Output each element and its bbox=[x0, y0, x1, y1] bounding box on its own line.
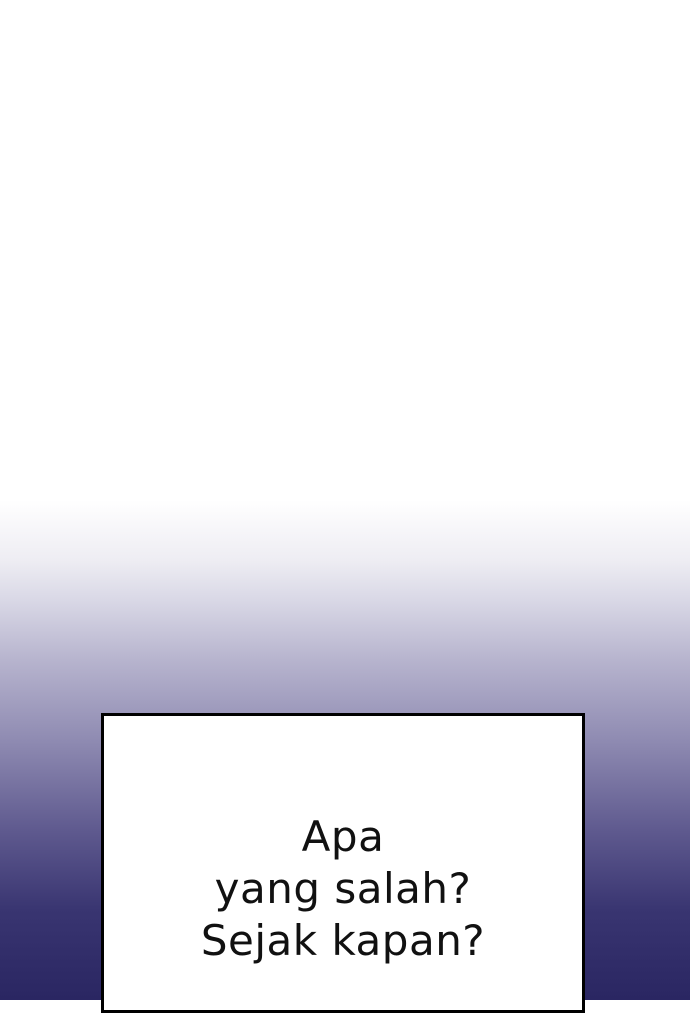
caption-box: Apa yang salah? Sejak kapan? bbox=[101, 713, 585, 1013]
caption-line-2: yang salah? bbox=[214, 864, 472, 913]
caption-text: Apa yang salah? Sejak kapan? bbox=[104, 811, 582, 967]
caption-line-3: Sejak kapan? bbox=[200, 916, 486, 965]
comic-panel-background: Apa yang salah? Sejak kapan? bbox=[0, 0, 690, 1013]
caption-line-1: Apa bbox=[301, 812, 385, 861]
